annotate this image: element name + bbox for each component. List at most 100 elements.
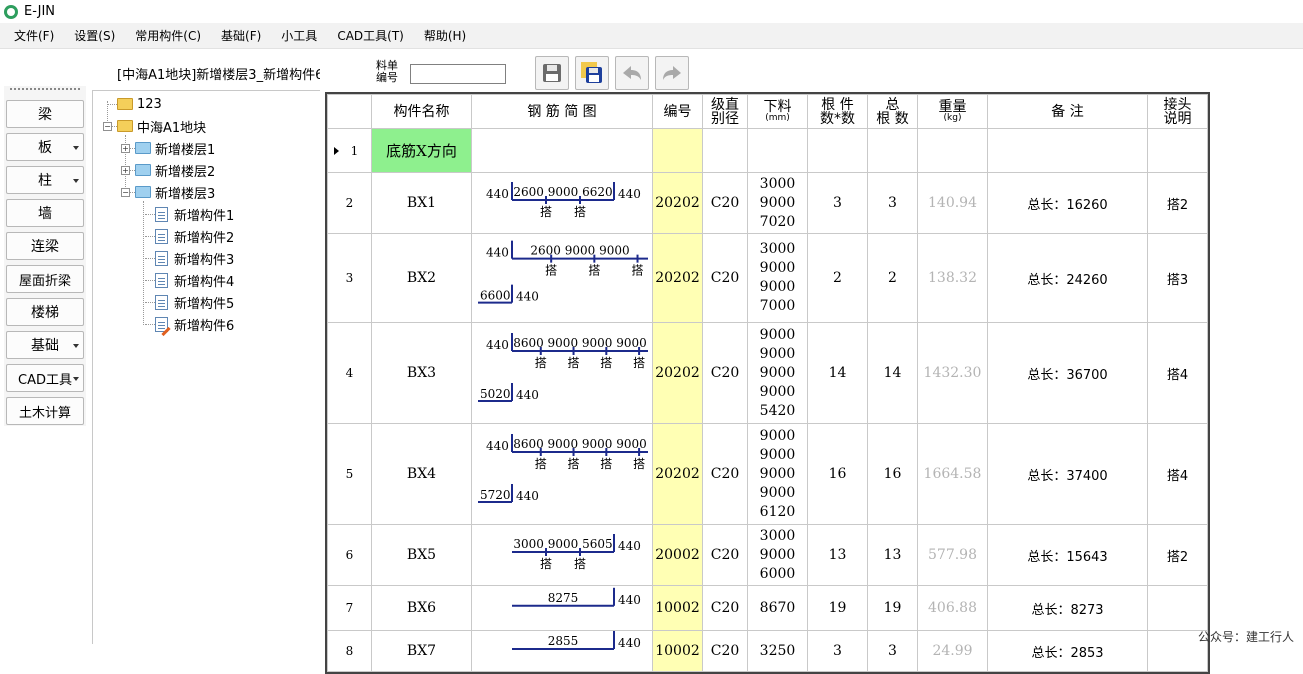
tree-node-0[interactable]: 123 xyxy=(117,94,162,114)
cell-cut-length[interactable]: 3000 9000 6000 xyxy=(747,524,808,586)
nav-button-4[interactable]: 连梁 xyxy=(6,232,84,260)
cell-count-per[interactable]: 14 xyxy=(807,322,868,424)
save-button[interactable] xyxy=(535,56,569,90)
cell-rebar-sketch[interactable]: 440 3000 9000 5605 搭 搭 xyxy=(471,524,653,586)
cell-joint[interactable]: 搭2 xyxy=(1147,172,1208,234)
cell-code[interactable]: 20202 xyxy=(652,233,703,323)
cell-total-count[interactable]: 3 xyxy=(867,172,918,234)
list-number-input[interactable] xyxy=(410,64,506,84)
nav-button-7[interactable]: 基础 xyxy=(6,331,84,359)
collapse-icon[interactable]: − xyxy=(103,122,112,131)
tree-node-9[interactable]: 新增构件5 xyxy=(155,292,234,312)
dropdown-arrow-icon[interactable] xyxy=(73,179,79,183)
menu-item-5[interactable]: CAD工具(T) xyxy=(327,23,414,49)
cell-component-name[interactable]: BX3 xyxy=(371,322,472,424)
cell-total-count[interactable]: 13 xyxy=(867,524,918,586)
tree-node-3[interactable]: 新增楼层2 xyxy=(135,160,215,180)
column-header-8[interactable]: 重量 (kg) xyxy=(917,94,988,129)
column-header-6[interactable]: 根 件数*数 xyxy=(807,94,868,129)
cell-count-per[interactable]: 13 xyxy=(807,524,868,586)
table-row[interactable]: 8 BX7 440 2855 10002 C20 3250 3 3 24.99 总长：2853 xyxy=(327,630,1208,672)
column-header-0[interactable] xyxy=(327,94,372,129)
cell-rebar-sketch[interactable]: 440 440 2600 9000 6620 搭 搭 xyxy=(471,172,653,234)
column-header-4[interactable]: 级直 别径 xyxy=(702,94,748,129)
cell-total-count[interactable]: 2 xyxy=(867,233,918,323)
cell-weight[interactable]: 138.32 xyxy=(917,233,988,323)
menu-item-1[interactable]: 设置(S) xyxy=(64,23,125,49)
tree-node-1[interactable]: 中海A1地块 xyxy=(117,116,206,136)
column-header-1[interactable]: 构件名称 xyxy=(371,94,472,129)
cell-note[interactable]: 总长：16260 xyxy=(987,172,1148,234)
cell-note[interactable] xyxy=(987,128,1148,173)
column-header-5[interactable]: 下料 (mm) xyxy=(747,94,808,129)
cell-cut-length[interactable]: 3000 9000 9000 7000 xyxy=(747,233,808,323)
cell-weight[interactable]: 24.99 xyxy=(917,630,988,672)
tree-node-2[interactable]: 新增楼层1 xyxy=(135,138,215,158)
cell-joint[interactable]: 搭2 xyxy=(1147,524,1208,586)
cell-weight[interactable]: 1664.58 xyxy=(917,423,988,525)
cell-count-per[interactable]: 2 xyxy=(807,233,868,323)
row-number[interactable]: 2 xyxy=(327,172,372,234)
cell-count-per[interactable]: 19 xyxy=(807,585,868,631)
cell-component-name[interactable]: 底筋X方向 xyxy=(371,128,472,173)
cell-component-name[interactable]: BX5 xyxy=(371,524,472,586)
cell-joint[interactable] xyxy=(1147,585,1208,631)
row-number[interactable]: 4 xyxy=(327,322,372,424)
cell-code[interactable]: 10002 xyxy=(652,630,703,672)
cell-code[interactable]: 20202 xyxy=(652,172,703,234)
cell-code[interactable]: 10002 xyxy=(652,585,703,631)
cell-component-name[interactable]: BX4 xyxy=(371,423,472,525)
cell-note[interactable]: 总长：8273 xyxy=(987,585,1148,631)
cell-code[interactable]: 20202 xyxy=(652,423,703,525)
column-header-9[interactable]: 备 注 xyxy=(987,94,1148,129)
cell-component-name[interactable]: BX1 xyxy=(371,172,472,234)
cell-grade[interactable]: C20 xyxy=(702,630,748,672)
cell-note[interactable]: 总长：24260 xyxy=(987,233,1148,323)
cell-cut-length[interactable]: 3000 9000 7020 xyxy=(747,172,808,234)
cell-weight[interactable]: 406.88 xyxy=(917,585,988,631)
row-number[interactable]: 6 xyxy=(327,524,372,586)
cell-cut-length[interactable]: 9000 9000 9000 9000 6120 xyxy=(747,423,808,525)
cell-grade[interactable]: C20 xyxy=(702,233,748,323)
cell-total-count[interactable]: 14 xyxy=(867,322,918,424)
nav-button-3[interactable]: 墙 xyxy=(6,199,84,227)
menu-item-0[interactable]: 文件(F) xyxy=(0,23,64,49)
cell-weight[interactable]: 1432.30 xyxy=(917,322,988,424)
cell-cut-length[interactable] xyxy=(747,128,808,173)
column-header-2[interactable]: 钢 筋 简 图 xyxy=(471,94,653,129)
collapse-icon[interactable]: − xyxy=(121,188,130,197)
nav-button-0[interactable]: 梁 xyxy=(6,100,84,128)
row-number[interactable]: 8 xyxy=(327,630,372,672)
table-row[interactable]: 7 BX6 440 8275 10002 C20 8670 19 19 406.88 总长：8273 xyxy=(327,585,1208,631)
tree-node-7[interactable]: 新增构件3 xyxy=(155,248,234,268)
cell-grade[interactable]: C20 xyxy=(702,423,748,525)
menu-item-3[interactable]: 基础(F) xyxy=(211,23,271,49)
nav-button-6[interactable]: 楼梯 xyxy=(6,298,84,326)
cell-weight[interactable] xyxy=(917,128,988,173)
nav-button-9[interactable]: 土木计算 xyxy=(6,397,84,425)
expand-icon[interactable]: + xyxy=(121,144,130,153)
row-number[interactable]: 3 xyxy=(327,233,372,323)
row-number[interactable]: 7 xyxy=(327,585,372,631)
table-row[interactable]: 3 BX2 440 2600 9000 9000 搭搭搭 6600 440 20202 C20 3… xyxy=(327,233,1208,323)
row-number[interactable]: 1 xyxy=(327,128,372,173)
cell-note[interactable]: 总长：36700 xyxy=(987,322,1148,424)
cell-code[interactable]: 20202 xyxy=(652,322,703,424)
column-header-7[interactable]: 总根 数 xyxy=(867,94,918,129)
table-row[interactable]: 1 底筋X方向 xyxy=(327,128,1208,173)
cell-count-per[interactable]: 3 xyxy=(807,172,868,234)
cell-grade[interactable] xyxy=(702,128,748,173)
table-row[interactable]: 2 BX1 440 440 2600 9000 6620 搭 搭 20202 C20 3000 90… xyxy=(327,172,1208,234)
cell-count-per[interactable] xyxy=(807,128,868,173)
cell-code[interactable] xyxy=(652,128,703,173)
menu-item-6[interactable]: 帮助(H) xyxy=(414,23,476,49)
cell-joint[interactable]: 搭3 xyxy=(1147,233,1208,323)
cell-weight[interactable]: 140.94 xyxy=(917,172,988,234)
cell-component-name[interactable]: BX2 xyxy=(371,233,472,323)
cell-component-name[interactable]: BX6 xyxy=(371,585,472,631)
tree-node-10[interactable]: 新增构件6 xyxy=(155,314,234,334)
cell-total-count[interactable]: 16 xyxy=(867,423,918,525)
dropdown-arrow-icon[interactable] xyxy=(73,344,79,348)
cell-grade[interactable]: C20 xyxy=(702,322,748,424)
cell-cut-length[interactable]: 9000 9000 9000 9000 5420 xyxy=(747,322,808,424)
